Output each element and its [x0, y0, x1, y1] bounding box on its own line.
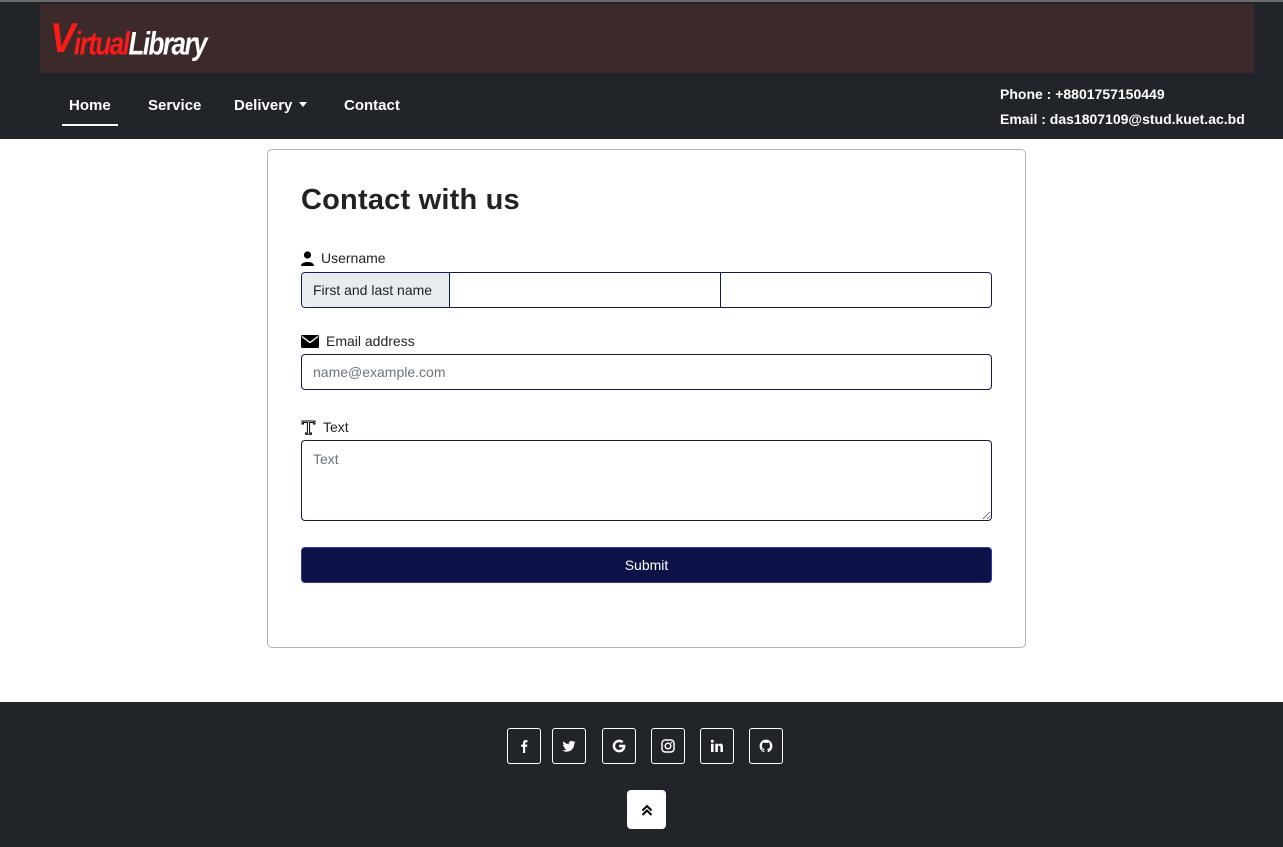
- last-name-input[interactable]: [721, 273, 991, 307]
- submit-button[interactable]: Submit: [301, 547, 992, 583]
- footer: [0, 702, 1283, 847]
- text-label: Text: [301, 419, 349, 435]
- caret-down-icon: [299, 102, 308, 107]
- nav-contact[interactable]: Contact: [344, 97, 400, 114]
- email-label-text: Email address: [326, 333, 415, 349]
- main-navbar: Home Service Delivery Contact Phone : +8…: [0, 73, 1283, 139]
- first-name-input[interactable]: [450, 273, 721, 307]
- top-brand-bar: V irtual Library: [0, 0, 1283, 73]
- logo-library: Library: [128, 24, 207, 62]
- back-to-top-button[interactable]: [627, 790, 666, 829]
- github-icon[interactable]: [749, 728, 783, 764]
- logo-v: V: [50, 15, 75, 63]
- username-addon: First and last name: [302, 273, 450, 307]
- google-icon[interactable]: [602, 728, 636, 764]
- twitter-icon[interactable]: [552, 728, 586, 764]
- email-input[interactable]: [301, 354, 992, 390]
- message-textarea[interactable]: [301, 440, 992, 521]
- envelope-icon: [301, 334, 319, 348]
- double-chevron-up-icon: [641, 804, 652, 816]
- nav-delivery-dropdown[interactable]: Delivery: [234, 97, 308, 114]
- email-label: Email address: [301, 333, 415, 349]
- username-label: Username: [301, 250, 386, 266]
- text-type-icon: [301, 420, 316, 435]
- logo-irtual: irtual: [73, 24, 130, 62]
- email-text: Email : das1807109@stud.kuet.ac.bd: [1000, 111, 1245, 127]
- nav-service[interactable]: Service: [148, 97, 201, 114]
- facebook-icon[interactable]: [507, 728, 541, 764]
- brand-strip: V irtual Library: [40, 4, 1254, 73]
- contact-info: Phone : +8801757150449 Email : das180710…: [1000, 82, 1245, 132]
- nav-home[interactable]: Home: [69, 97, 111, 114]
- linkedin-icon[interactable]: [700, 728, 734, 764]
- text-label-text: Text: [323, 419, 349, 435]
- nav-active-underline: [62, 124, 118, 126]
- page-title: Contact with us: [301, 184, 520, 216]
- username-label-text: Username: [321, 250, 386, 266]
- phone-text: Phone : +8801757150449: [1000, 86, 1165, 102]
- site-logo[interactable]: V irtual Library: [50, 15, 208, 63]
- contact-card: Contact with us Username First and last …: [267, 149, 1026, 648]
- user-icon: [301, 250, 314, 266]
- instagram-icon[interactable]: [651, 728, 685, 764]
- nav-delivery-label: Delivery: [234, 97, 293, 114]
- username-input-group: First and last name: [301, 272, 992, 308]
